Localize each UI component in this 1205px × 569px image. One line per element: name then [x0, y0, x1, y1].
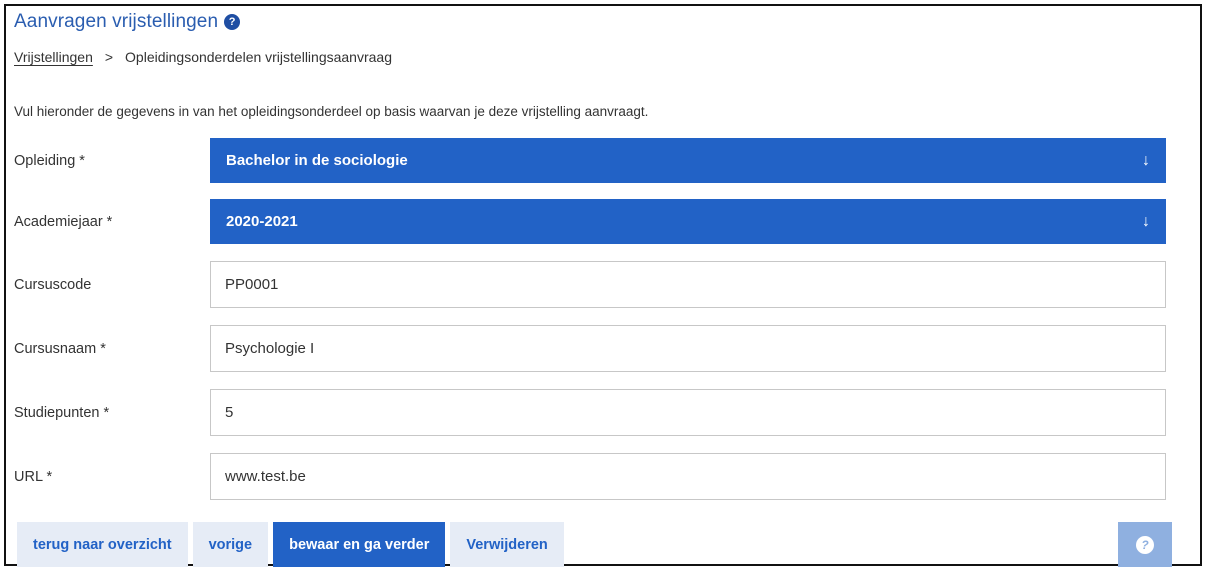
cursusnaam-label: Cursusnaam * — [14, 340, 106, 357]
academiejaar-label: Academiejaar * — [14, 213, 113, 230]
cursusnaam-input[interactable] — [210, 325, 1166, 372]
academiejaar-selected-value: 2020-2021 — [226, 213, 298, 230]
form-row-cursuscode: Cursuscode — [14, 261, 1170, 308]
url-input[interactable] — [210, 453, 1166, 500]
arrow-down-icon: ↓ — [1142, 151, 1150, 169]
previous-button[interactable]: vorige — [192, 522, 269, 567]
breadcrumb-link-vrijstellingen[interactable]: Vrijstellingen — [14, 49, 93, 65]
help-icon: ? — [1136, 535, 1154, 554]
page-header: Aanvragen vrijstellingen ? — [14, 11, 241, 33]
cursuscode-input[interactable] — [210, 261, 1166, 308]
help-icon[interactable]: ? — [224, 14, 241, 30]
form-row-url: URL * — [14, 453, 1170, 500]
form-row-studiepunten: Studiepunten * — [14, 389, 1170, 436]
cursuscode-label: Cursuscode — [14, 276, 92, 293]
opleiding-selected-value: Bachelor in de sociologie — [226, 152, 408, 169]
save-and-continue-button[interactable]: bewaar en ga verder — [273, 522, 446, 567]
breadcrumb: Vrijstellingen > Opleidingsonderdelen vr… — [14, 49, 392, 65]
academiejaar-select[interactable]: 2020-2021 ↓ — [210, 199, 1166, 244]
breadcrumb-separator: > — [104, 49, 114, 65]
page-title: Aanvragen vrijstellingen — [14, 11, 219, 32]
action-bar: terug naar overzicht vorige bewaar en ga… — [17, 522, 569, 567]
back-to-overview-button[interactable]: terug naar overzicht — [17, 522, 188, 567]
help-button[interactable]: ? — [1118, 522, 1172, 567]
delete-button[interactable]: Verwijderen — [450, 522, 564, 567]
opleiding-label: Opleiding * — [14, 152, 85, 169]
intro-text: Vul hieronder de gegevens in van het opl… — [14, 104, 649, 119]
form-row-opleiding: Opleiding * Bachelor in de sociologie ↓ — [14, 138, 1170, 183]
breadcrumb-current: Opleidingsonderdelen vrijstellingsaanvra… — [125, 49, 392, 65]
form-row-cursusnaam: Cursusnaam * — [14, 325, 1170, 372]
opleiding-select[interactable]: Bachelor in de sociologie ↓ — [210, 138, 1166, 183]
studiepunten-label: Studiepunten * — [14, 404, 110, 421]
url-label: URL * — [14, 468, 53, 485]
arrow-down-icon: ↓ — [1142, 212, 1150, 230]
studiepunten-input[interactable] — [210, 389, 1166, 436]
form-row-academiejaar: Academiejaar * 2020-2021 ↓ — [14, 199, 1170, 244]
